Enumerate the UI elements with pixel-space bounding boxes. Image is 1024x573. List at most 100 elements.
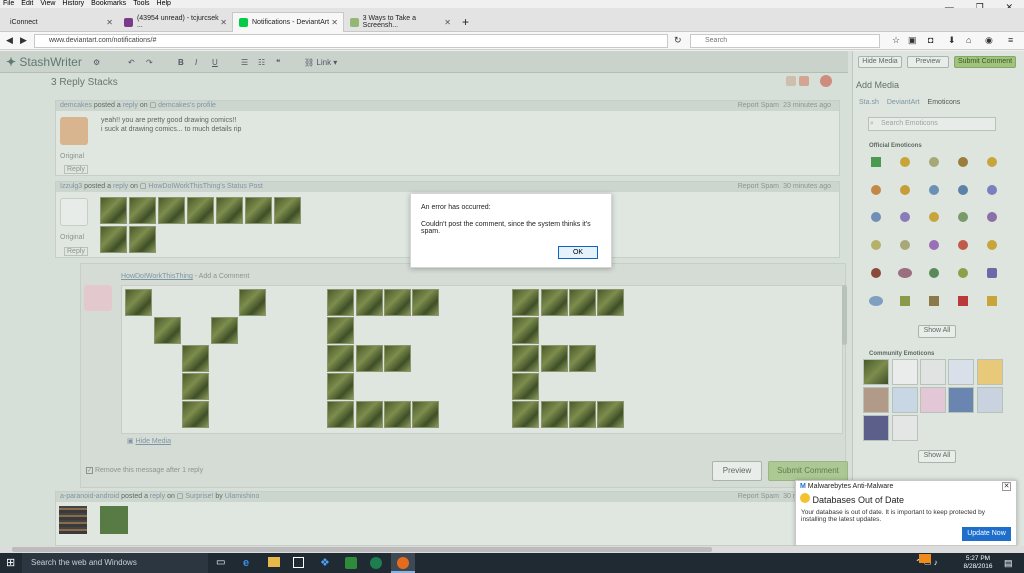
- close-icon[interactable]: ✕: [1002, 482, 1011, 491]
- scrollbar-thumb[interactable]: [12, 547, 712, 552]
- add-comment-link[interactable]: - Add a Comment: [195, 273, 249, 280]
- comment-user-link[interactable]: Izzulg3: [60, 183, 82, 190]
- italic-icon[interactable]: I: [195, 58, 197, 67]
- clipboard-icon[interactable]: ▣: [908, 35, 917, 46]
- home-icon[interactable]: ⌂: [966, 35, 971, 45]
- reply-editor[interactable]: [121, 285, 843, 434]
- reload-icon[interactable]: ↻: [674, 35, 682, 46]
- community-emoticon[interactable]: [920, 387, 946, 413]
- app-icon[interactable]: [370, 557, 382, 569]
- original-link[interactable]: Original: [60, 153, 84, 160]
- search-emoticons-input[interactable]: Search Emoticons: [868, 117, 996, 131]
- submit-comment-button[interactable]: Submit Comment: [768, 461, 848, 481]
- clock[interactable]: 5:27 PM 8/28/2016: [958, 555, 998, 571]
- community-emoticon[interactable]: [892, 415, 918, 441]
- community-emoticon[interactable]: [948, 359, 974, 385]
- hide-media-toggle[interactable]: ▣ Hide Media: [127, 437, 171, 445]
- stack-icon[interactable]: [786, 76, 796, 86]
- page-scrollbar-thumb[interactable]: [842, 285, 847, 345]
- preview-button[interactable]: Preview: [712, 461, 762, 481]
- thumbnail-image[interactable]: [100, 506, 128, 534]
- bullet-list-icon[interactable]: ☰: [241, 58, 248, 67]
- back-icon[interactable]: ◀: [6, 35, 13, 46]
- close-tab-icon[interactable]: ✕: [331, 18, 338, 27]
- comment-user-link[interactable]: a-paranoid-android: [60, 493, 119, 500]
- emoticon-icon[interactable]: [900, 185, 910, 195]
- emoticon-icon[interactable]: [871, 157, 881, 167]
- bold-icon[interactable]: B: [178, 58, 184, 67]
- menu-history[interactable]: History: [62, 0, 84, 8]
- report-spam-link[interactable]: Report Spam: [738, 492, 779, 502]
- close-tab-icon[interactable]: ✕: [220, 18, 227, 27]
- preview-button[interactable]: Preview: [907, 56, 949, 68]
- close-tab-icon[interactable]: ✕: [106, 18, 113, 27]
- community-emoticon[interactable]: [948, 387, 974, 413]
- notification-badge-icon[interactable]: [919, 554, 931, 563]
- numbered-list-icon[interactable]: ☷: [258, 58, 265, 67]
- emoticon-icon[interactable]: [898, 268, 912, 278]
- emoticon-icon[interactable]: [987, 212, 997, 222]
- menu-edit[interactable]: Edit: [21, 0, 33, 8]
- underline-icon[interactable]: U: [212, 58, 218, 67]
- community-emoticon[interactable]: [863, 359, 889, 385]
- community-emoticon[interactable]: [977, 387, 1003, 413]
- reply-user-link[interactable]: HowDoIWorkThisThing: [121, 273, 193, 280]
- emoticon-icon[interactable]: [900, 240, 910, 250]
- emoticon-icon[interactable]: [987, 157, 997, 167]
- show-all-button[interactable]: Show All: [918, 450, 956, 463]
- emoticon-icon[interactable]: [958, 268, 968, 278]
- emoticon-icon[interactable]: [871, 268, 881, 278]
- heart-icon[interactable]: [958, 296, 968, 306]
- emoticon-icon[interactable]: [900, 296, 910, 306]
- community-emoticon[interactable]: [863, 415, 889, 441]
- ok-button[interactable]: OK: [558, 246, 598, 259]
- close-stack-icon[interactable]: [820, 75, 832, 87]
- tab-mail[interactable]: (43954 unread) - tcjurcsek ... ✕: [118, 12, 232, 32]
- undo-icon[interactable]: ↶: [128, 58, 135, 67]
- checkbox[interactable]: ✓: [86, 467, 93, 474]
- redo-icon[interactable]: ↷: [146, 58, 153, 67]
- emoticon-icon[interactable]: [987, 268, 997, 278]
- task-view-icon[interactable]: ▭: [216, 557, 225, 568]
- report-spam-link[interactable]: Report Spam: [738, 101, 779, 111]
- url-bar[interactable]: www.deviantart.com/notifications/#: [34, 34, 668, 48]
- emoticon-icon[interactable]: [958, 240, 968, 250]
- comment-target-link[interactable]: Surprise!: [185, 493, 213, 500]
- report-spam-link[interactable]: Report Spam: [738, 182, 779, 192]
- community-emoticon[interactable]: [892, 359, 918, 385]
- reply-link[interactable]: reply: [123, 102, 138, 109]
- avatar[interactable]: [60, 198, 88, 226]
- avatar[interactable]: [84, 285, 112, 311]
- action-center-icon[interactable]: ▤: [1004, 558, 1013, 569]
- author-link[interactable]: Ulamishino: [225, 493, 260, 500]
- emoticon-icon[interactable]: [929, 212, 939, 222]
- sync-icon[interactable]: ◉: [985, 35, 993, 46]
- tab-deviantart[interactable]: DeviantArt: [887, 99, 920, 106]
- comment-target-link[interactable]: demcakes's profile: [158, 102, 216, 109]
- emoticon-icon[interactable]: [929, 157, 939, 167]
- menu-bookmarks[interactable]: Bookmarks: [91, 0, 126, 8]
- community-emoticon[interactable]: [920, 359, 946, 385]
- menu-help[interactable]: Help: [157, 0, 171, 8]
- firefox-taskbar-button[interactable]: [391, 553, 415, 573]
- stack-icon[interactable]: [799, 76, 809, 86]
- remove-message-option[interactable]: ✓ Remove this message after 1 reply: [86, 467, 203, 474]
- avatar[interactable]: [60, 117, 88, 145]
- horizontal-scrollbar[interactable]: [0, 546, 1024, 553]
- reply-button[interactable]: Reply: [64, 247, 88, 256]
- emoticon-icon[interactable]: [871, 212, 881, 222]
- emoticon-icon[interactable]: [929, 296, 939, 306]
- emoticon-icon[interactable]: [929, 240, 939, 250]
- windows-start-icon[interactable]: ⊞: [6, 557, 18, 569]
- emoticon-icon[interactable]: [869, 296, 883, 306]
- emoticon-icon[interactable]: [987, 240, 997, 250]
- settings-gear-icon[interactable]: ⚙: [93, 58, 100, 67]
- tab-stash[interactable]: Sta.sh: [859, 99, 879, 106]
- update-now-button[interactable]: Update Now: [962, 527, 1011, 541]
- house-icon[interactable]: [987, 296, 997, 306]
- emoticon-icon[interactable]: [958, 212, 968, 222]
- comment-user-link[interactable]: demcakes: [60, 102, 92, 109]
- reply-link[interactable]: reply: [150, 493, 165, 500]
- emoticon-icon[interactable]: [929, 268, 939, 278]
- emoticon-icon[interactable]: [900, 212, 910, 222]
